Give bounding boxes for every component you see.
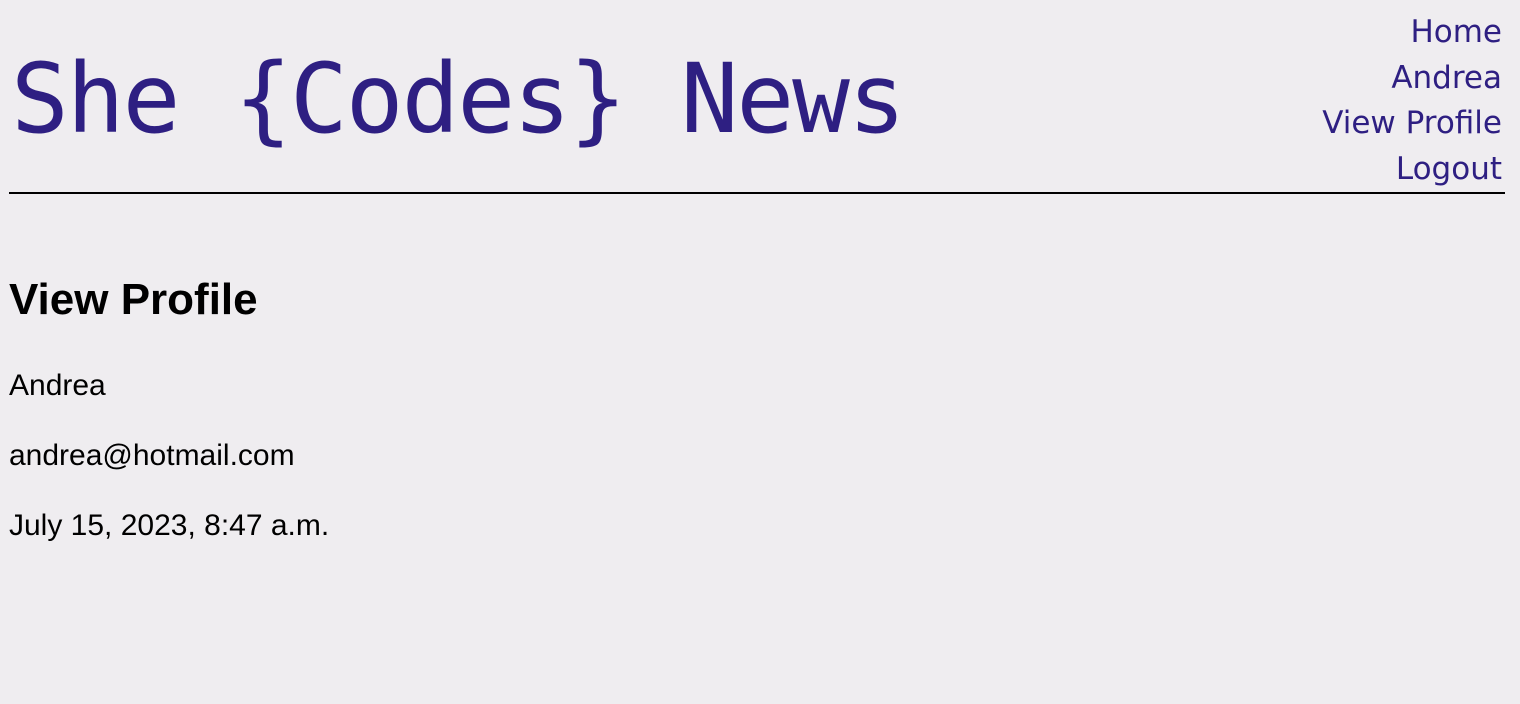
profile-content: View Profile Andrea andrea@hotmail.com J… xyxy=(9,272,329,544)
nav-menu: Home Andrea View Profile Logout xyxy=(1322,10,1502,192)
nav-home-link[interactable]: Home xyxy=(1322,10,1502,56)
profile-email: andrea@hotmail.com xyxy=(9,439,295,472)
profile-username: Andrea xyxy=(9,369,106,402)
nav-user-link[interactable]: Andrea xyxy=(1322,56,1502,102)
site-header: She {Codes} News Home Andrea View Profil… xyxy=(9,0,1505,194)
nav-logout-link[interactable]: Logout xyxy=(1322,147,1502,193)
site-logo[interactable]: She {Codes} News xyxy=(11,44,906,154)
nav-view-profile-link[interactable]: View Profile xyxy=(1322,101,1502,147)
profile-date-joined: July 15, 2023, 8:47 a.m. xyxy=(9,509,330,542)
page-title: View Profile xyxy=(9,275,258,324)
